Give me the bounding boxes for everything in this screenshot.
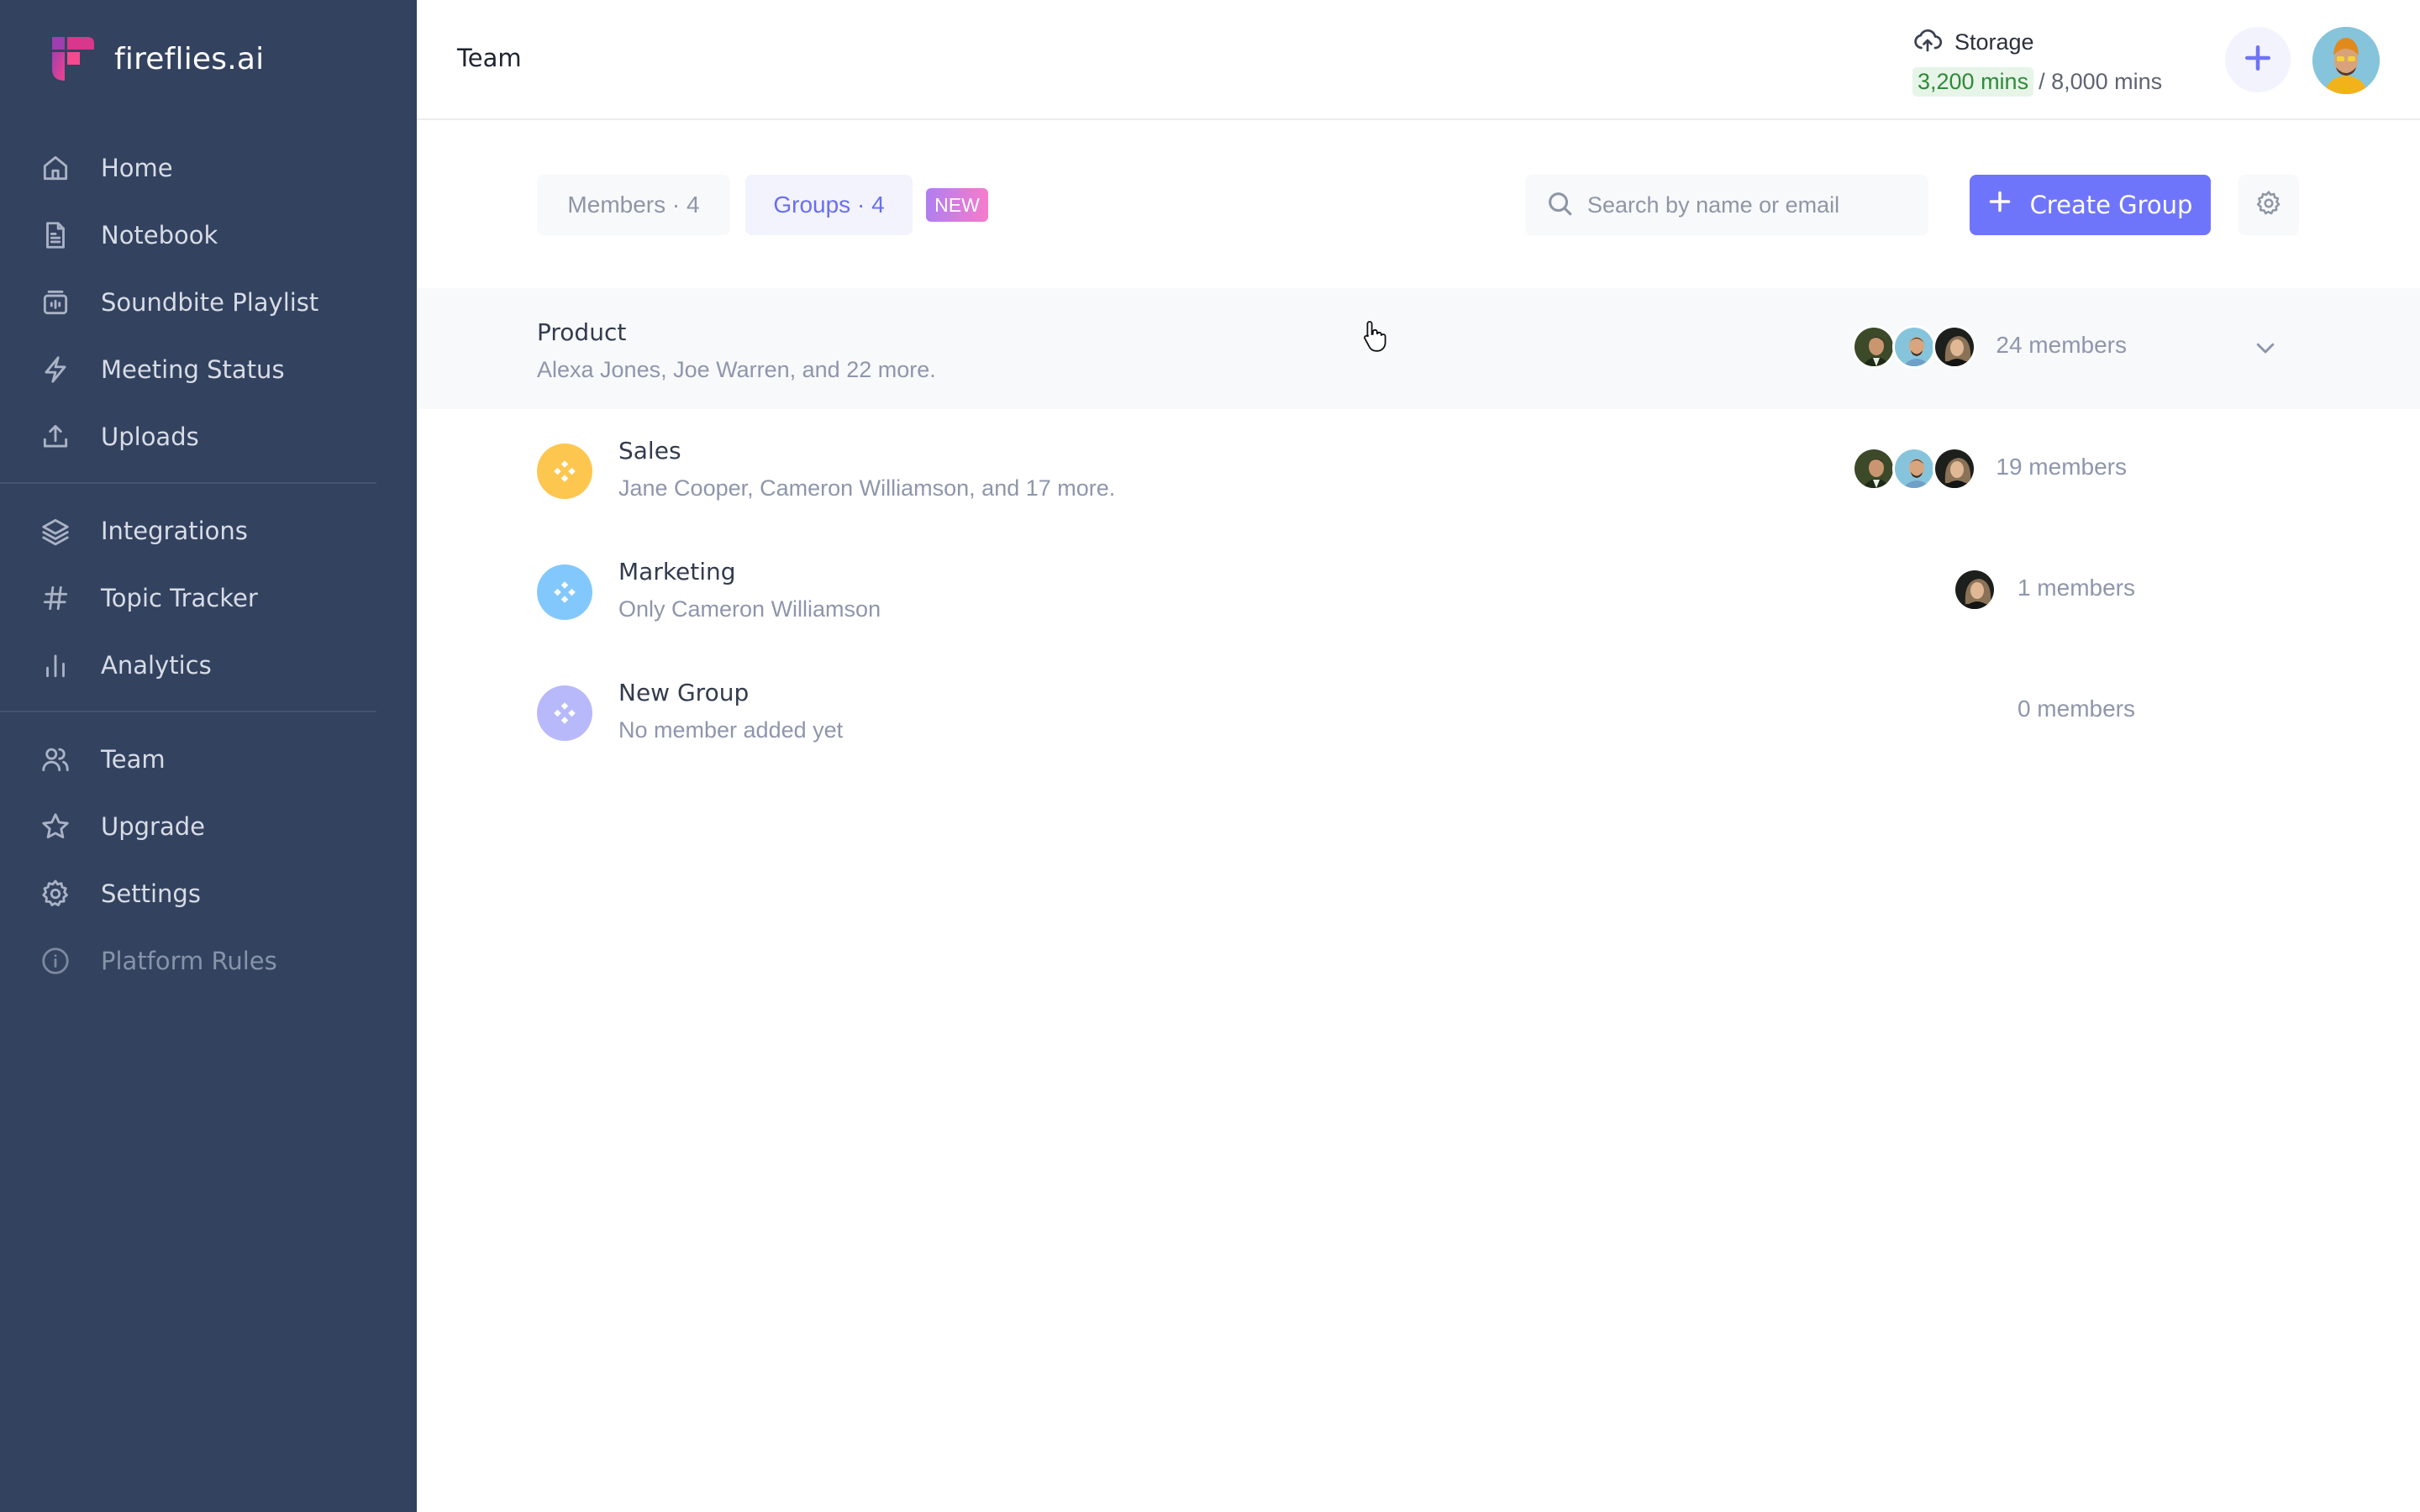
sidebar-item-topic-tracker[interactable]: Topic Tracker bbox=[39, 573, 375, 623]
sidebar: fireflies.ai Home Notebook Soundbite Pla… bbox=[0, 0, 417, 1512]
member-count: 1 members bbox=[2017, 575, 2135, 601]
group-row-marketing[interactable]: Marketing Only Cameron Williamson 1 memb… bbox=[417, 531, 2420, 652]
new-badge: NEW bbox=[926, 188, 988, 222]
group-name: New Group bbox=[618, 679, 750, 706]
diamonds-icon bbox=[554, 460, 576, 482]
sidebar-item-label: Topic Tracker bbox=[101, 584, 258, 612]
avatar bbox=[1852, 447, 1896, 491]
sidebar-item-label: Upgrade bbox=[101, 812, 205, 841]
sidebar-item-notebook[interactable]: Notebook bbox=[39, 210, 375, 260]
plus-icon bbox=[2244, 44, 2272, 76]
storage-used: 3,200 mins bbox=[1912, 67, 2034, 97]
create-group-label: Create Group bbox=[2029, 191, 2193, 219]
diamonds-icon bbox=[554, 702, 576, 724]
gear-icon bbox=[39, 877, 72, 911]
search-box bbox=[1525, 175, 1928, 235]
sidebar-item-label: Platform Rules bbox=[101, 947, 277, 975]
group-members-text: Alexa Jones, Joe Warren, and 22 more. bbox=[537, 357, 936, 382]
sidebar-item-soundbite-playlist[interactable]: Soundbite Playlist bbox=[39, 277, 375, 328]
chevron-down-icon[interactable] bbox=[2253, 335, 2278, 360]
sidebar-item-analytics[interactable]: Analytics bbox=[39, 640, 375, 690]
soundbite-icon bbox=[39, 286, 72, 319]
create-group-button[interactable]: Create Group bbox=[1970, 175, 2211, 235]
sidebar-item-integrations[interactable]: Integrations bbox=[39, 506, 375, 556]
layers-icon bbox=[39, 514, 72, 548]
avatar bbox=[1892, 325, 1936, 369]
sidebar-item-home[interactable]: Home bbox=[39, 143, 375, 193]
nav-divider bbox=[0, 482, 376, 484]
gear-icon bbox=[2254, 189, 2283, 221]
sidebar-item-label: Soundbite Playlist bbox=[101, 288, 319, 317]
diamonds-icon bbox=[554, 581, 576, 603]
star-icon bbox=[39, 810, 72, 843]
top-header: Team Storage 3,200 mins / 8,000 mins bbox=[417, 0, 2420, 120]
storage-total: / 8,000 mins bbox=[2039, 69, 2163, 94]
group-members-text: Only Cameron Williamson bbox=[618, 596, 881, 622]
bar-chart-icon bbox=[39, 648, 72, 682]
logo[interactable]: fireflies.ai bbox=[52, 37, 264, 81]
upload-icon bbox=[39, 420, 72, 454]
group-members-text: Jane Cooper, Cameron Williamson, and 17 … bbox=[618, 475, 1116, 501]
sidebar-item-label: Uploads bbox=[101, 423, 199, 451]
avatar bbox=[1852, 325, 1896, 369]
tab-members[interactable]: Members · 4 bbox=[537, 175, 730, 235]
home-icon bbox=[39, 151, 72, 185]
member-count: 0 members bbox=[2017, 696, 2135, 722]
sidebar-item-uploads[interactable]: Uploads bbox=[39, 412, 375, 462]
user-photo-icon bbox=[2312, 27, 2380, 94]
hash-icon bbox=[39, 581, 72, 615]
notebook-icon bbox=[39, 218, 72, 252]
group-row-sales[interactable]: Sales Jane Cooper, Cameron Williamson, a… bbox=[417, 410, 2420, 531]
hand-cursor-icon bbox=[1361, 319, 1390, 353]
sidebar-item-settings[interactable]: Settings bbox=[39, 869, 375, 919]
plus-icon bbox=[1988, 190, 2030, 220]
user-avatar[interactable] bbox=[2312, 27, 2380, 94]
sidebar-item-label: Home bbox=[101, 154, 173, 182]
brand-name: fireflies.ai bbox=[114, 41, 265, 76]
search-icon bbox=[1545, 189, 1574, 221]
sidebar-item-label: Notebook bbox=[101, 221, 218, 249]
info-icon bbox=[39, 944, 72, 978]
sidebar-item-label: Team bbox=[101, 745, 166, 774]
fireflies-logo-icon bbox=[52, 37, 94, 81]
member-count: 19 members bbox=[1996, 454, 2127, 480]
sidebar-item-platform-rules[interactable]: Platform Rules bbox=[39, 936, 375, 986]
sidebar-item-label: Settings bbox=[101, 879, 201, 908]
member-count: 24 members bbox=[1996, 332, 2127, 358]
storage-indicator: Storage 3,200 mins / 8,000 mins bbox=[1912, 25, 2162, 97]
group-row-product[interactable]: Product Alexa Jones, Joe Warren, and 22 … bbox=[417, 288, 2420, 409]
cloud-upload-icon bbox=[1912, 25, 1943, 59]
group-members-text: No member added yet bbox=[618, 717, 844, 743]
avatar bbox=[1892, 447, 1936, 491]
group-icon bbox=[537, 444, 592, 499]
sidebar-item-label: Analytics bbox=[101, 651, 212, 680]
group-icon bbox=[537, 685, 592, 741]
group-settings-button[interactable] bbox=[2238, 175, 2299, 235]
sidebar-item-meeting-status[interactable]: Meeting Status bbox=[39, 344, 375, 395]
group-icon bbox=[537, 564, 592, 620]
storage-label: Storage bbox=[1954, 29, 2034, 55]
sidebar-item-upgrade[interactable]: Upgrade bbox=[39, 801, 375, 852]
group-name: Product bbox=[537, 318, 627, 346]
sidebar-item-team[interactable]: Team bbox=[39, 734, 375, 785]
tab-groups[interactable]: Groups · 4 bbox=[745, 175, 913, 235]
group-row-new-group[interactable]: New Group No member added yet 0 members bbox=[417, 652, 2420, 773]
sidebar-item-label: Integrations bbox=[101, 517, 248, 545]
team-icon bbox=[39, 743, 72, 776]
sidebar-item-label: Meeting Status bbox=[101, 355, 285, 384]
nav-divider bbox=[0, 711, 376, 712]
group-name: Marketing bbox=[618, 558, 736, 585]
group-name: Sales bbox=[618, 437, 681, 465]
search-input[interactable] bbox=[1587, 192, 1923, 218]
add-button[interactable] bbox=[2225, 27, 2291, 92]
lightning-icon bbox=[39, 353, 72, 386]
page-title: Team bbox=[457, 44, 522, 72]
